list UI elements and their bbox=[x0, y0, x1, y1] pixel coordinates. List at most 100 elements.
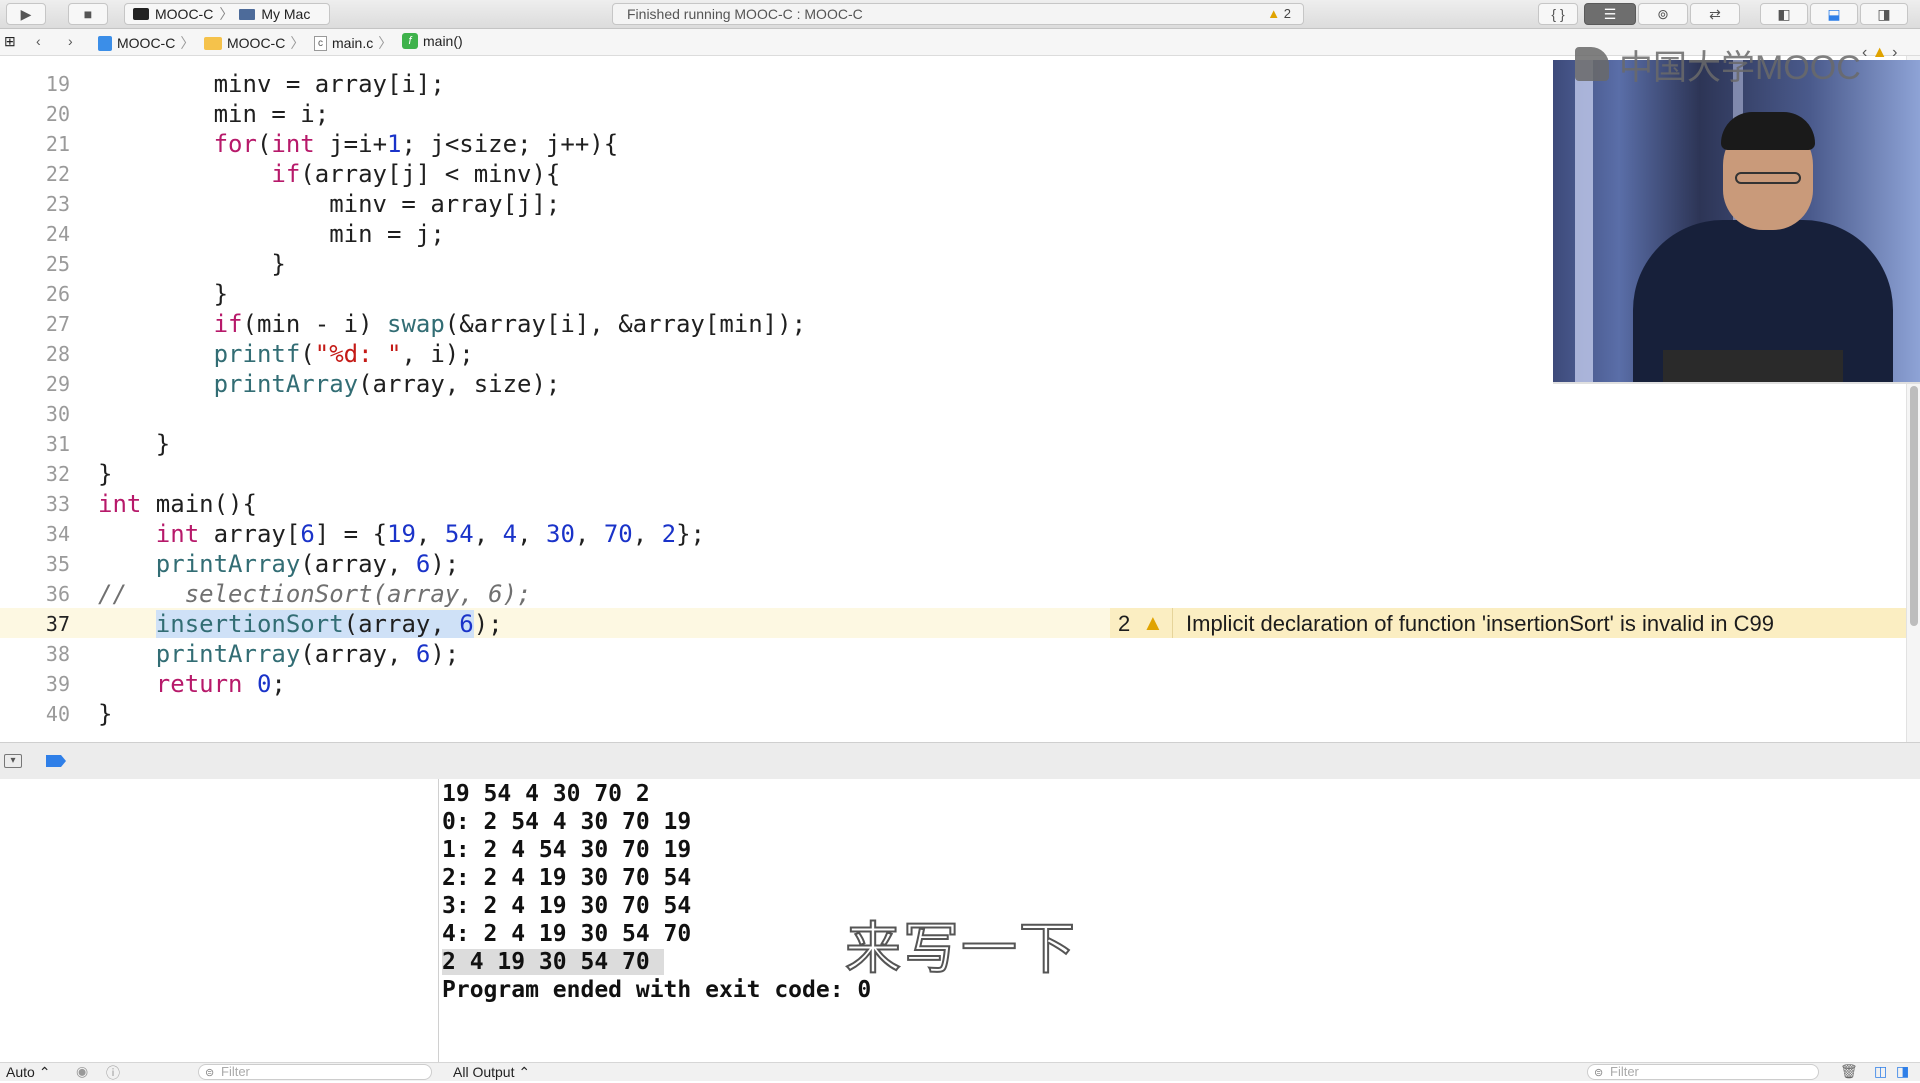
bottom-panel-icon: ⬓ bbox=[1827, 5, 1841, 22]
presenter-hair bbox=[1721, 112, 1815, 150]
code-text: } bbox=[98, 280, 229, 308]
back-button[interactable]: ‹ bbox=[36, 33, 41, 49]
chevron-down-icon: ▾ bbox=[10, 755, 16, 766]
console-line: 3: 2 4 19 30 70 54 bbox=[442, 893, 692, 919]
breakpoints-toggle[interactable] bbox=[46, 755, 66, 767]
code-line: 36 // selectionSort(array, 6); bbox=[0, 578, 1906, 608]
lecture-video-overlay bbox=[1553, 60, 1920, 384]
grid-icon: ⊞ bbox=[4, 33, 16, 49]
standard-editor-button[interactable]: { } bbox=[1538, 3, 1578, 25]
stop-icon: ■ bbox=[83, 6, 93, 22]
laptop bbox=[1663, 350, 1843, 382]
trash-icon[interactable]: 🗑 bbox=[1840, 1063, 1858, 1080]
debug-area-toggle[interactable]: ⬓ bbox=[1810, 3, 1858, 25]
breadcrumb-folder[interactable]: MOOC-C 〉 bbox=[204, 33, 304, 53]
line-number: 29 bbox=[45, 372, 70, 396]
variables-filter-input[interactable]: ⊜ Filter bbox=[198, 1064, 432, 1080]
line-number: 37 bbox=[45, 612, 70, 636]
line-number: 19 bbox=[45, 72, 70, 96]
issue-annotation[interactable]: 2 ▲ Implicit declaration of function 'in… bbox=[1110, 608, 1906, 638]
code-text: } bbox=[98, 700, 113, 728]
code-line: 39 return 0; bbox=[0, 668, 1906, 698]
chevron-left-icon: ‹ bbox=[36, 33, 41, 49]
current-code-line: 37 insertionSort(array, 6); 2 ▲ Implicit… bbox=[0, 608, 1906, 638]
filter-icon: ⊜ bbox=[205, 1067, 215, 1079]
presenter-glasses bbox=[1735, 172, 1801, 184]
forward-button[interactable]: › bbox=[68, 33, 73, 49]
right-panel-icon: ◨ bbox=[1877, 5, 1891, 22]
stop-button[interactable]: ■ bbox=[68, 3, 108, 25]
chevron-left-icon[interactable]: ‹ bbox=[1862, 44, 1867, 61]
activity-viewer: Finished running MOOC-C : MOOC-C ▲ 2 bbox=[612, 3, 1304, 25]
left-panel-icon: ◧ bbox=[1777, 5, 1791, 22]
rings-icon: ⊚ bbox=[1657, 5, 1669, 22]
destination-name: My Mac bbox=[261, 6, 311, 22]
variables-view bbox=[0, 779, 439, 1062]
debug-bar: ▾ bbox=[0, 742, 1920, 780]
console-filter-input[interactable]: ⊜ Filter bbox=[1587, 1064, 1819, 1080]
code-line: 40} bbox=[0, 698, 1906, 728]
line-number: 23 bbox=[45, 192, 70, 216]
console-output[interactable]: 19 54 4 30 70 2 0: 2 54 4 30 70 19 1: 2 … bbox=[439, 779, 1920, 1062]
line-number: 34 bbox=[45, 522, 70, 546]
mooc-watermark: 中国大学MOOC bbox=[1575, 44, 1861, 87]
mac-icon bbox=[239, 8, 256, 20]
console-line: Program ended with exit code: 0 bbox=[442, 977, 872, 1003]
editor-mode-button[interactable]: ☰ bbox=[1584, 3, 1636, 25]
chevron-right-icon[interactable]: › bbox=[1892, 44, 1897, 61]
scrollbar-thumb[interactable] bbox=[1910, 386, 1918, 626]
divider bbox=[1172, 608, 1173, 638]
filter-icon: ⊜ bbox=[1594, 1067, 1604, 1079]
warning-icon: ▲ bbox=[1142, 610, 1164, 635]
related-items-button[interactable]: ⊞ bbox=[4, 33, 16, 50]
line-number: 38 bbox=[45, 642, 70, 666]
filter-placeholder: Filter bbox=[1610, 1064, 1639, 1079]
warning-count: 2 bbox=[1283, 6, 1291, 21]
breadcrumb-project[interactable]: MOOC-C 〉 bbox=[98, 33, 194, 53]
breadcrumb-label: main.c bbox=[332, 35, 374, 51]
line-number: 39 bbox=[45, 672, 70, 696]
version-editor-button[interactable]: ⇄ bbox=[1690, 3, 1740, 25]
breadcrumb-file[interactable]: c main.c 〉 bbox=[314, 33, 392, 53]
utilities-toggle[interactable]: ◨ bbox=[1860, 3, 1908, 25]
code-line: 38 printArray(array, 6); bbox=[0, 638, 1906, 668]
breadcrumb-label: main() bbox=[423, 33, 463, 49]
line-number: 35 bbox=[45, 552, 70, 576]
console-line: 0: 2 54 4 30 70 19 bbox=[442, 809, 692, 835]
scheme-selector[interactable]: MOOC-C 〉 My Mac bbox=[124, 3, 330, 25]
eye-icon[interactable]: ◉ bbox=[76, 1063, 88, 1080]
braces-icon: { } bbox=[1551, 6, 1565, 22]
line-number: 33 bbox=[45, 492, 70, 516]
console-only-icon[interactable]: ◨ bbox=[1896, 1063, 1909, 1080]
code-text: minv = array[i]; bbox=[98, 70, 445, 98]
project-icon bbox=[98, 35, 112, 51]
issue-navigation[interactable]: ‹ ▲ › bbox=[1862, 44, 1897, 62]
assistant-editor-button[interactable]: ⊚ bbox=[1638, 3, 1688, 25]
line-number: 28 bbox=[45, 342, 70, 366]
output-selector[interactable]: All Output ⌃ bbox=[453, 1064, 530, 1081]
info-icon[interactable]: ⓘ bbox=[106, 1063, 120, 1083]
filter-placeholder: Filter bbox=[221, 1064, 250, 1079]
issue-count: 2 bbox=[1118, 611, 1131, 636]
code-line: 31 } bbox=[0, 428, 1906, 458]
navigator-toggle[interactable]: ◧ bbox=[1760, 3, 1808, 25]
light-beam bbox=[1575, 60, 1593, 382]
code-text: printArray(array, 6); bbox=[155, 550, 460, 578]
code-text: if(array[j] < minv){ bbox=[271, 160, 561, 188]
video-subtitle: 来写一下 bbox=[844, 916, 1077, 983]
variables-scope-selector[interactable]: Auto ⌃ bbox=[6, 1064, 50, 1081]
hide-debug-area-button[interactable]: ▾ bbox=[4, 754, 22, 768]
breadcrumb-function[interactable]: f main() bbox=[402, 33, 463, 49]
arrows-icon: ⇄ bbox=[1709, 5, 1721, 22]
line-number: 26 bbox=[45, 282, 70, 306]
play-icon: ▶ bbox=[20, 5, 32, 22]
warning-icon: ▲ bbox=[1267, 6, 1281, 21]
split-view-icon[interactable]: ◫ bbox=[1874, 1063, 1887, 1080]
run-button[interactable]: ▶ bbox=[6, 3, 46, 25]
code-text: min = j; bbox=[98, 220, 445, 248]
mooc-logo-icon bbox=[1575, 47, 1609, 81]
code-text: int main(){ bbox=[98, 490, 257, 518]
line-number: 31 bbox=[45, 432, 70, 456]
warning-indicator[interactable]: ▲ 2 bbox=[1267, 6, 1291, 21]
c-file-icon: c bbox=[314, 35, 327, 51]
